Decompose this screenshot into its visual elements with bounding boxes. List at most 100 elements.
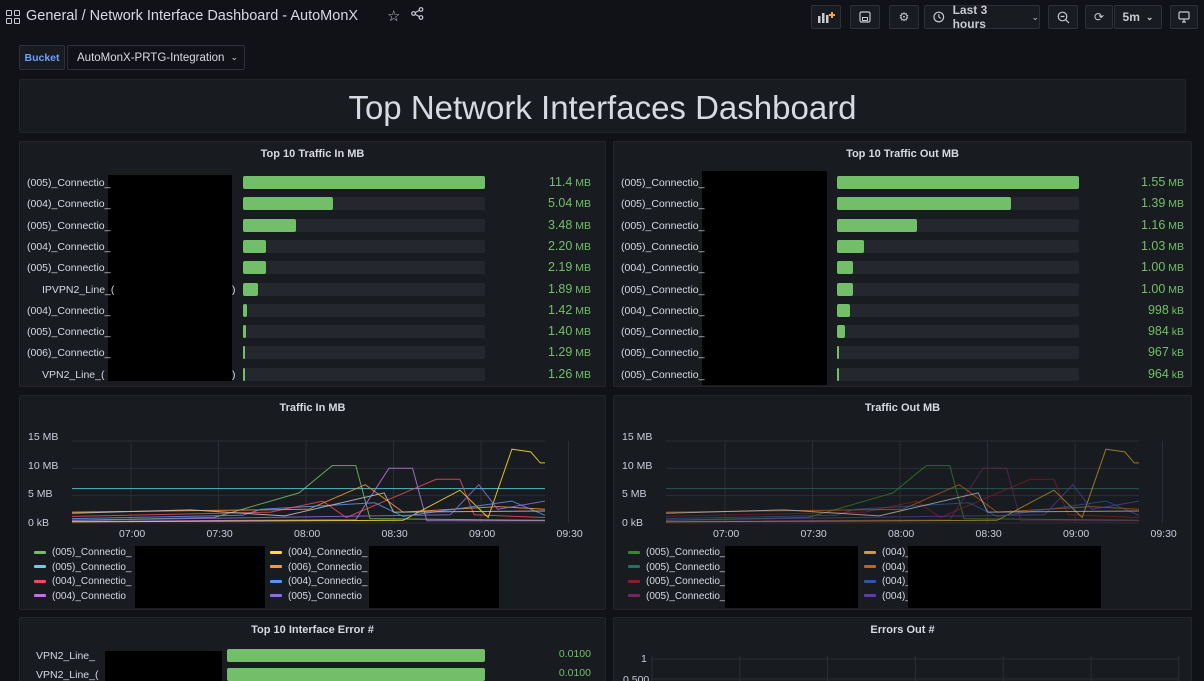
dashboard-title[interactable]: General / Network Interface Dashboard - … [26,8,358,24]
bar-value: 2.19 MB [548,260,591,274]
bar-row[interactable]: (004)_Connectio_ 1.00 MB [614,258,1191,278]
legend-item[interactable]: (005)_Connectio_ [628,576,726,587]
top-navbar: General / Network Interface Dashboard - … [0,0,1204,36]
legend-item[interactable]: (006)_Connectio_ [270,562,368,573]
legend-item[interactable]: (004)_ [864,562,911,573]
share-icon[interactable] [411,7,424,23]
chevron-down-icon: ⌄ [1145,11,1154,22]
legend-item[interactable]: (004)_Connectio [34,591,126,602]
bar-fill [837,325,846,339]
bar-value-number: 1.89 [547,281,573,296]
legend-label: (004)_ [882,590,911,602]
bar-label: VPN2_Line_( [42,368,105,381]
bar-fill [837,346,839,360]
legend-item[interactable]: (004)_Connectio_ [270,547,368,558]
bar-fill [837,261,853,275]
bar-row[interactable]: (005)_Connectio_ 1.03 MB [614,237,1191,257]
bar-value-unit: MB [572,368,591,381]
traffic-lines-plot[interactable] [20,396,607,536]
legend-item[interactable]: (005)_Connectio_ [628,547,726,558]
redaction-block [725,546,858,608]
legend-item[interactable]: (005)_Connectio_ [34,547,132,558]
bar-row[interactable]: (005)_Connectio_ 964 kB [614,365,1191,385]
legend-item[interactable]: (005)_Connectio_ [34,562,132,573]
bar-label: (006)_Connectio_ [27,347,111,360]
bar-fill [243,303,247,317]
bar-row[interactable]: (005)_Connectio_ 1.00 MB [614,280,1191,300]
time-range-picker[interactable]: Last 3 hours ⌄ [924,3,1040,31]
traffic-out-timeseries-panel[interactable]: Traffic Out MB 15 MB 10 MB 5 MB 0 kB 07:00 07… [613,395,1192,610]
legend-label: (004)_Connectio_ [288,547,368,558]
bar-label-suffix: ) [232,368,236,381]
bar-row[interactable]: (005)_Connectio_ 1.39 MB [614,194,1191,214]
bar-row[interactable]: VPN2_Line_() 1.26 MB [20,365,605,385]
legend-item[interactable]: (004)_ [864,547,911,558]
bar-label: (005)_Connectio_ [621,177,705,189]
bar-row[interactable]: (004)_Connectio_ 1.42 MB [20,301,605,321]
bar-row[interactable]: (004)_Connectio_ 2.20 MB [20,237,605,257]
bar-row[interactable]: (005)_Connectio_ 3.48 MB [20,216,605,236]
bar-label: (005)_Connectio_ [621,368,705,381]
legend-item[interactable]: (004)_ [864,591,911,602]
bar-row[interactable]: (005)_Connectio_ 1.55 MB [614,173,1191,193]
save-dashboard-button[interactable] [850,5,880,29]
legend-label: (005)_Connectio_ [646,561,726,573]
bar-track [243,261,485,275]
legend-swatch [270,579,282,583]
bar-track [837,303,1079,317]
bar-value: 1.00 MB [1141,282,1184,296]
bar-fill [243,218,297,232]
top10-interface-error-panel[interactable]: Top 10 Interface Error # VPN2_Line_ 0.010… [19,617,606,681]
bar-value: 1.42 MB [548,303,591,317]
bucket-variable-select[interactable]: AutoMonX-PRTG-Integration ⌄ [67,45,245,70]
legend-label: (005)_Connectio_ [646,590,726,602]
legend-item[interactable]: (004)_Connectio_ [34,576,132,587]
bar-row[interactable]: (006)_Connectio_ 1.29 MB [20,343,605,363]
bar-track [227,668,485,681]
bar-value-number: 1.39 [1140,196,1166,211]
refresh-icon: ⟳ [1093,10,1105,24]
refresh-button[interactable]: ⟳ [1085,5,1113,29]
dashboards-grid-icon[interactable] [6,10,20,24]
bar-value-number: 998 [1147,302,1169,317]
bar-value-number: 1.00 [1140,260,1166,275]
bar-value-number: 3.48 [547,217,573,232]
bar-track [243,303,485,317]
zoom-out-button[interactable] [1048,5,1078,29]
errors-out-panel[interactable]: Errors Out # 1 0.500 [613,617,1192,681]
bar-row[interactable]: (004)_Connectio_ 5.04 MB [20,194,605,214]
refresh-interval-picker[interactable]: 5m ⌄ [1114,5,1162,29]
bar-row[interactable]: (005)_Connectio_ 1.16 MB [614,216,1191,236]
view-mode-button[interactable] [1170,5,1198,29]
bar-row[interactable]: (005)_Connectio_ 984 kB [614,322,1191,342]
legend-item[interactable]: (004)_Connectio_ [270,576,368,587]
bar-row[interactable]: (005)_Connectio_ 1.40 MB [20,322,605,342]
traffic-in-timeseries-panel[interactable]: Traffic In MB 15 MB 10 MB 5 MB 0 kB 07:00 07:… [19,395,606,610]
dashboard-settings-button[interactable]: ⚙ [889,5,919,29]
bar-value-unit: MB [572,198,591,211]
bar-row[interactable]: (004)_Connectio_ 998 kB [614,301,1191,321]
legend-label: (004)_Connectio_ [52,576,132,587]
bar-row[interactable]: (005)_Connectio_ 967 kB [614,343,1191,363]
bar-label: (005)_Connectio_ [27,326,111,339]
legend-item[interactable]: (005)_Connectio_ [628,562,726,573]
legend-item[interactable]: (005)_Connectio_ [628,591,726,602]
bar-row[interactable]: IPVPN2_Line_() 1.89 MB [20,280,605,300]
legend-item[interactable]: (005)_Connectio [270,591,362,602]
y-tick-label: 0.500 [623,674,650,681]
legend-item[interactable]: (004)_ [864,576,911,587]
star-icon[interactable]: ☆ [387,7,400,25]
legend-label: (004)_Connectio_ [288,576,368,587]
bar-fill [243,197,333,211]
top10-traffic-in-panel[interactable]: Top 10 Traffic In MB (005)_Connectio_ 11.… [19,141,606,387]
bar-fill [837,282,853,296]
bar-row[interactable]: (005)_Connectio_ 2.19 MB [20,258,605,278]
bar-row[interactable]: (005)_Connectio_ 11.4 MB [20,173,605,193]
chevron-down-icon: ⌄ [1031,11,1039,22]
bar-value: 1.40 MB [548,324,591,338]
legend-swatch [628,550,640,554]
top10-traffic-out-panel[interactable]: Top 10 Traffic Out MB (005)_Connectio_ 1.… [613,141,1192,387]
redaction-block [105,651,222,681]
add-panel-button[interactable] [811,5,841,29]
traffic-lines-plot[interactable] [614,396,1201,536]
